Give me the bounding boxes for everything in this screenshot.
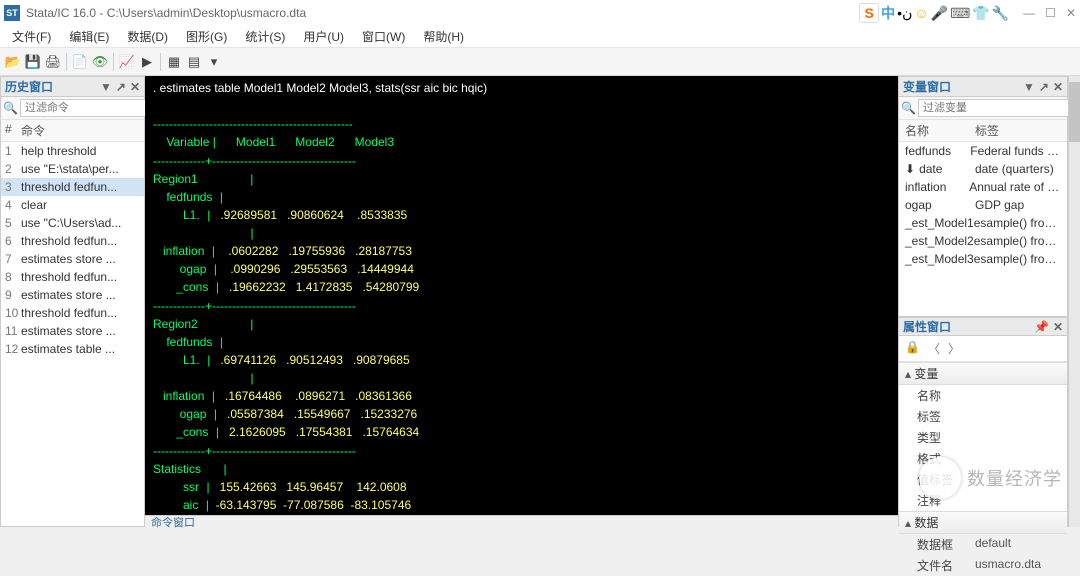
minimize-button[interactable]: — [1023, 6, 1035, 20]
data-browser-icon[interactable]: ▤ [185, 53, 203, 71]
history-panel: 历史窗口 ▼ ↗ ✕ 🔍 ! # 命令 1help threshold2use … [0, 76, 145, 527]
search-icon: 🔍 [901, 101, 916, 115]
titlebar: ST Stata/IC 16.0 - C:\Users\admin\Deskto… [0, 0, 1080, 26]
window-title: Stata/IC 16.0 - C:\Users\admin\Desktop\u… [26, 6, 306, 20]
variable-item[interactable]: _est_Model1esample() from es [899, 214, 1067, 232]
history-item[interactable]: 6threshold fedfun... [1, 232, 144, 250]
history-item[interactable]: 10threshold fedfun... [1, 304, 144, 322]
undock-icon[interactable]: ↗ [116, 80, 126, 94]
do-icon[interactable]: ▶ [138, 53, 156, 71]
menu-user[interactable]: 用户(U) [295, 26, 352, 47]
menu-graphics[interactable]: 图形(G) [178, 26, 235, 47]
prop-filename-value: usmacro.dta [975, 557, 1041, 574]
filter-icon[interactable]: ▼ [100, 80, 112, 94]
var-col-name: 名称 [905, 122, 975, 139]
filter-icon[interactable]: ▼ [1023, 80, 1035, 94]
keyboard-icon[interactable]: ⌨ [950, 5, 970, 22]
prop-frame-value: default [975, 536, 1011, 553]
prop-label-label: 标签 [905, 408, 975, 425]
prop-frame-label: 数据框 [905, 536, 975, 553]
menubar: 文件(F) 编辑(E) 数据(D) 图形(G) 统计(S) 用户(U) 窗口(W… [0, 26, 1080, 48]
graph-icon[interactable]: 📈 [118, 53, 136, 71]
history-item[interactable]: 12estimates table ... [1, 340, 144, 358]
history-title: 历史窗口 [5, 78, 53, 95]
undock-icon[interactable]: ↗ [1039, 80, 1049, 94]
prop-filename-label: 文件名 [905, 557, 975, 574]
history-col-num: # [5, 122, 21, 139]
print-icon[interactable]: 🖨 [44, 53, 62, 71]
variables-list: fedfundsFederal funds rate⬇datedate (qua… [899, 142, 1067, 268]
tool-icon[interactable]: 🔧 [992, 5, 1009, 22]
ime-toolbar: S 中 •ن ☺ 🎤 ⌨ 👕 🔧 [859, 3, 1009, 23]
prop-variables-head: 变量 [914, 367, 938, 381]
menu-data[interactable]: 数据(D) [119, 26, 176, 47]
open-icon[interactable]: 📂 [4, 53, 22, 71]
close-button[interactable]: ✕ [1066, 6, 1076, 20]
menu-statistics[interactable]: 统计(S) [237, 26, 293, 47]
mic-icon[interactable]: 🎤 [931, 5, 948, 22]
pin-icon[interactable]: 📌 [1034, 320, 1049, 334]
watermark-icon [919, 457, 961, 499]
emoji-icon[interactable]: ☺ [914, 5, 928, 21]
prop-type-label: 类型 [905, 429, 975, 446]
history-item[interactable]: 11estimates store ... [1, 322, 144, 340]
toolbar: 📂 💾 🖨 📄 👁 📈 ▶ ▦ ▤ ▾ [0, 48, 1080, 76]
viewer-icon[interactable]: 👁 [91, 53, 109, 71]
variable-item[interactable]: ogapGDP gap [899, 196, 1067, 214]
menu-edit[interactable]: 编辑(E) [61, 26, 117, 47]
history-item[interactable]: 9estimates store ... [1, 286, 144, 304]
results-output[interactable]: . estimates table Model1 Model2 Model3, … [145, 76, 898, 515]
history-item[interactable]: 3threshold fedfun... [1, 178, 144, 196]
variables-title: 变量窗口 [903, 78, 951, 95]
maximize-button[interactable]: ☐ [1045, 6, 1056, 20]
variable-item[interactable]: _est_Model2esample() from es [899, 232, 1067, 250]
history-item[interactable]: 2use "E:\stata\per... [1, 160, 144, 178]
close-panel-icon[interactable]: ✕ [1053, 80, 1063, 94]
variable-item[interactable]: inflationAnnual rate of infla [899, 178, 1067, 196]
variables-filter-input[interactable] [918, 99, 1070, 117]
variable-item[interactable]: _est_Model3esample() from es [899, 250, 1067, 268]
menu-help[interactable]: 帮助(H) [415, 26, 472, 47]
next-icon[interactable]: 〉 [948, 340, 960, 357]
history-item[interactable]: 4clear [1, 196, 144, 214]
prop-name-label: 名称 [905, 387, 975, 404]
watermark-text: 数量经济学 [967, 465, 1062, 491]
lock-icon[interactable]: 🔒 [905, 340, 920, 357]
history-item[interactable]: 8threshold fedfun... [1, 268, 144, 286]
history-item[interactable]: 5use "C:\Users\ad... [1, 214, 144, 232]
variable-item[interactable]: ⬇datedate (quarters) [899, 160, 1067, 178]
scrollbar[interactable] [1068, 76, 1080, 527]
var-col-label: 标签 [975, 122, 999, 139]
prev-icon[interactable]: 〈 [928, 340, 940, 357]
command-window-label: 命令窗口 [145, 515, 898, 527]
log-icon[interactable]: 📄 [71, 53, 89, 71]
variables-panel: 变量窗口 ▼ ↗ ✕ 🔍 名称 标签 fedfundsFederal funds… [898, 76, 1068, 317]
variable-item[interactable]: fedfundsFederal funds rate [899, 142, 1067, 160]
data-editor-icon[interactable]: ▦ [165, 53, 183, 71]
history-col-cmd: 命令 [21, 122, 45, 139]
menu-file[interactable]: 文件(F) [4, 26, 59, 47]
prop-data-head: 数据 [914, 516, 938, 530]
sogou-icon[interactable]: S [859, 3, 879, 23]
ime-icon[interactable]: •ن [897, 5, 912, 22]
skin-icon[interactable]: 👕 [972, 5, 989, 22]
history-item[interactable]: 7estimates store ... [1, 250, 144, 268]
save-icon[interactable]: 💾 [24, 53, 42, 71]
watermark: 数量经济学 [919, 457, 1062, 499]
more-icon[interactable]: ▾ [205, 53, 223, 71]
close-panel-icon[interactable]: ✕ [130, 80, 140, 94]
history-list: 1help threshold2use "E:\stata\per...3thr… [1, 142, 144, 526]
close-panel-icon[interactable]: ✕ [1053, 320, 1063, 334]
results-panel: . estimates table Model1 Model2 Model3, … [145, 76, 898, 527]
menu-window[interactable]: 窗口(W) [354, 26, 413, 47]
search-icon: 🔍 [3, 101, 18, 115]
history-item[interactable]: 1help threshold [1, 142, 144, 160]
ime-lang[interactable]: 中 [881, 3, 895, 23]
properties-title: 属性窗口 [903, 318, 951, 335]
app-icon: ST [4, 5, 20, 21]
